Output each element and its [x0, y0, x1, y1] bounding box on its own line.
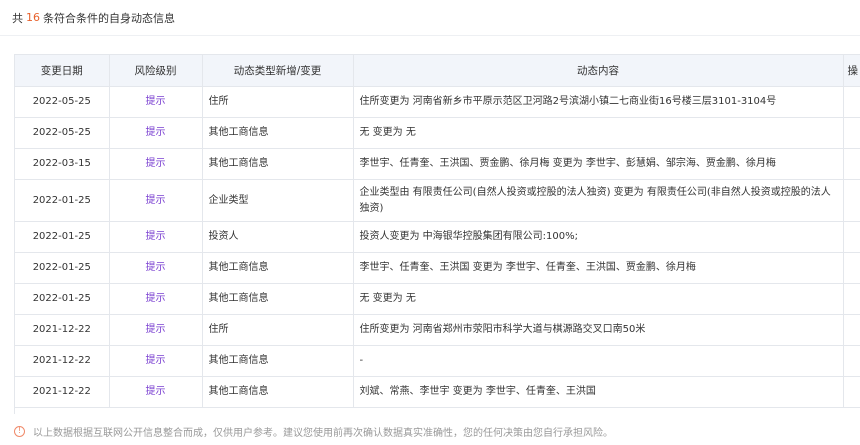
table-row: 2022-05-25 提示 住所 住所变更为 河南省新乡市平原示范区卫河路2号滨… — [15, 86, 860, 118]
cell-risk: 提示 — [109, 148, 203, 180]
cell-type: 其他工商信息 — [202, 283, 354, 315]
cell-type: 住所 — [202, 314, 354, 346]
disclaimer-text: 以上数据根据互联网公开信息整合而成，仅供用户参考。建议您使用前再次确认数据真实准… — [33, 427, 613, 439]
cell-risk: 提示 — [109, 86, 203, 118]
table-row: 2022-01-25 提示 其他工商信息 李世宇、任青奎、王洪国 变更为 李世宇… — [15, 252, 860, 284]
cell-type: 其他工商信息 — [202, 252, 354, 284]
cell-type: 其他工商信息 — [202, 345, 354, 377]
table-row: 2021-12-22 提示 其他工商信息 刘斌、常燕、李世宇 变更为 李世宇、任… — [15, 376, 860, 408]
cell-content: 企业类型由 有限责任公司(自然人投资或控股的法人独资) 变更为 有限责任公司(非… — [353, 179, 844, 222]
header-operation: 操 — [843, 54, 860, 87]
result-summary: 共 16 条符合条件的自身动态信息 — [0, 0, 860, 36]
cell-content: 李世宇、任青奎、王洪国、贾金鹏、徐月梅 变更为 李世宇、彭慧娟、邹宗海、贾金鹏、… — [353, 148, 844, 180]
cell-date: 2022-03-15 — [15, 148, 110, 180]
cell-content: - — [353, 345, 844, 377]
cell-risk: 提示 — [109, 376, 203, 408]
summary-suffix: 条符合条件的自身动态信息 — [43, 11, 175, 25]
table-row: 2022-01-25 提示 其他工商信息 无 变更为 无 — [15, 283, 860, 315]
cell-risk: 提示 — [109, 345, 203, 377]
disclaimer: ! 以上数据根据互联网公开信息整合而成，仅供用户参考。建议您使用前再次确认数据真… — [14, 420, 613, 442]
summary-prefix: 共 — [12, 11, 23, 25]
risk-link[interactable]: 提示 — [146, 127, 166, 138]
risk-link[interactable]: 提示 — [146, 195, 166, 206]
cell-extra — [843, 117, 860, 149]
risk-link[interactable]: 提示 — [146, 96, 166, 107]
cell-content: 住所变更为 河南省新乡市平原示范区卫河路2号滨湖小镇二七商业街16号楼三层310… — [353, 86, 844, 118]
risk-link[interactable]: 提示 — [146, 355, 166, 366]
cell-extra — [843, 86, 860, 118]
cell-risk: 提示 — [109, 283, 203, 315]
cell-risk: 提示 — [109, 314, 203, 346]
cell-date: 2021-12-22 — [15, 314, 110, 346]
cell-content: 无 变更为 无 — [353, 117, 844, 149]
cell-extra — [843, 179, 860, 222]
table-header-row: 变更日期 风险级别 动态类型新增/变更 动态内容 操 — [15, 54, 860, 87]
header-change-date: 变更日期 — [15, 54, 110, 87]
cell-content: 投资人变更为 中海银华控股集团有限公司:100%; — [353, 221, 844, 253]
risk-link[interactable]: 提示 — [146, 293, 166, 304]
cell-risk: 提示 — [109, 252, 203, 284]
cell-extra — [843, 252, 860, 284]
cell-type: 其他工商信息 — [202, 148, 354, 180]
risk-link[interactable]: 提示 — [146, 158, 166, 169]
header-dynamic-content: 动态内容 — [353, 54, 844, 87]
cell-content: 李世宇、任青奎、王洪国 变更为 李世宇、任青奎、王洪国、贾金鹏、徐月梅 — [353, 252, 844, 284]
cell-type: 投资人 — [202, 221, 354, 253]
cell-type: 住所 — [202, 86, 354, 118]
info-icon: ! — [14, 425, 25, 437]
header-dynamic-type: 动态类型新增/变更 — [202, 54, 354, 87]
table-row: 2022-01-25 提示 投资人 投资人变更为 中海银华控股集团有限公司:10… — [15, 221, 860, 253]
cell-extra — [843, 314, 860, 346]
cell-content: 刘斌、常燕、李世宇 变更为 李世宇、任青奎、王洪国 — [353, 376, 844, 408]
cell-extra — [843, 148, 860, 180]
result-count: 16 — [26, 11, 40, 24]
risk-link[interactable]: 提示 — [146, 262, 166, 273]
cell-extra — [843, 345, 860, 377]
cell-content: 无 变更为 无 — [353, 283, 844, 315]
cell-date: 2022-01-25 — [15, 252, 110, 284]
risk-link[interactable]: 提示 — [146, 386, 166, 397]
cell-content: 住所变更为 河南省郑州市荥阳市科学大道与棋源路交叉口南50米 — [353, 314, 844, 346]
cell-date: 2022-05-25 — [15, 86, 110, 118]
table-row: 2022-05-25 提示 其他工商信息 无 变更为 无 — [15, 117, 860, 149]
cell-type: 其他工商信息 — [202, 376, 354, 408]
table-row: 2021-12-22 提示 住所 住所变更为 河南省郑州市荥阳市科学大道与棋源路… — [15, 314, 860, 346]
table-row: 2022-01-25 提示 企业类型 企业类型由 有限责任公司(自然人投资或控股… — [15, 179, 860, 222]
cell-date: 2022-01-25 — [15, 179, 110, 222]
cell-date: 2021-12-22 — [15, 345, 110, 377]
cell-extra — [843, 221, 860, 253]
cell-date: 2022-05-25 — [15, 117, 110, 149]
dynamics-table-container[interactable]: 变更日期 风险级别 动态类型新增/变更 动态内容 操 2022-05-25 提示… — [14, 54, 860, 414]
cell-date: 2022-01-25 — [15, 221, 110, 253]
table-row: 2022-03-15 提示 其他工商信息 李世宇、任青奎、王洪国、贾金鹏、徐月梅… — [15, 148, 860, 180]
cell-risk: 提示 — [109, 179, 203, 222]
dynamics-table: 变更日期 风险级别 动态类型新增/变更 动态内容 操 2022-05-25 提示… — [15, 54, 860, 408]
page: 共 16 条符合条件的自身动态信息 变更日期 风险级别 动态类型新增/变更 动态… — [0, 0, 860, 445]
risk-link[interactable]: 提示 — [146, 324, 166, 335]
cell-date: 2022-01-25 — [15, 283, 110, 315]
cell-extra — [843, 376, 860, 408]
header-risk-level: 风险级别 — [109, 54, 203, 87]
cell-extra — [843, 283, 860, 315]
cell-risk: 提示 — [109, 221, 203, 253]
cell-risk: 提示 — [109, 117, 203, 149]
cell-type: 其他工商信息 — [202, 117, 354, 149]
table-row: 2021-12-22 提示 其他工商信息 - — [15, 345, 860, 377]
risk-link[interactable]: 提示 — [146, 231, 166, 242]
cell-type: 企业类型 — [202, 179, 354, 222]
cell-date: 2021-12-22 — [15, 376, 110, 408]
